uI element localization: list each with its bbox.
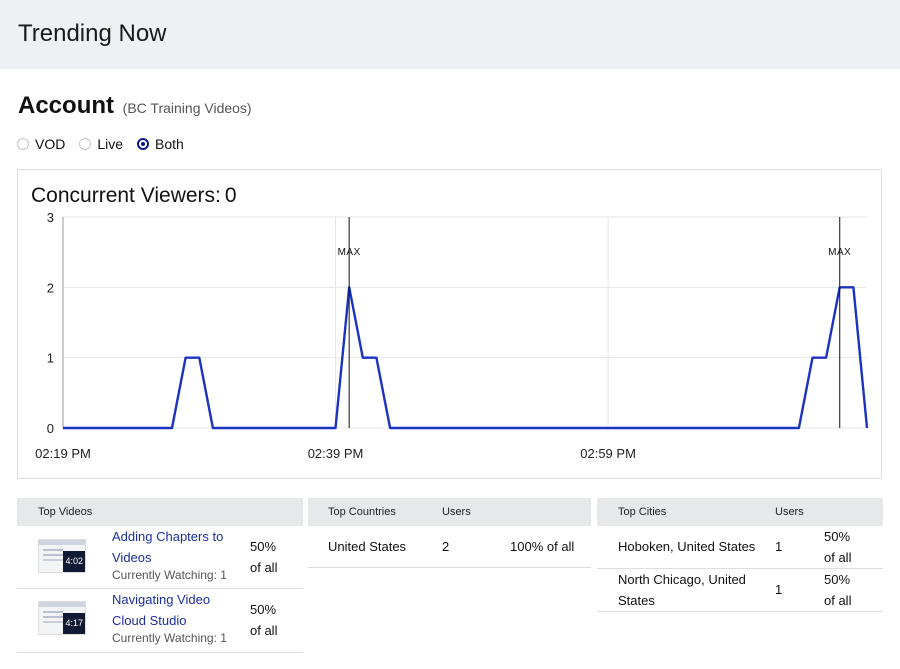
top-countries-header-label: Top Countries bbox=[328, 506, 396, 518]
top-videos-header: Top Videos bbox=[17, 498, 303, 526]
video-thumbnail[interactable]: 4:17 bbox=[38, 601, 86, 635]
video-row[interactable]: 4:17 Navigating Video Cloud Studio Curre… bbox=[17, 589, 303, 653]
y-tick-label: 1 bbox=[47, 351, 54, 366]
video-title-line1[interactable]: Navigating Video bbox=[112, 589, 227, 610]
city-name-line2: States bbox=[618, 593, 655, 608]
radio-vod-dot[interactable] bbox=[17, 138, 29, 150]
country-row: United States 2 100% of all bbox=[308, 526, 591, 568]
top-cities-header: Top Cities Users bbox=[597, 498, 883, 526]
concurrent-value: 0 bbox=[224, 184, 237, 207]
top-countries-table: Top Countries Users United States 2 100%… bbox=[308, 498, 591, 568]
city-percent-value: 50% bbox=[824, 572, 851, 587]
country-users: 2 bbox=[442, 539, 450, 554]
radio-vod[interactable]: VOD bbox=[17, 136, 65, 152]
video-title-link[interactable]: Navigating Video Cloud Studio bbox=[112, 589, 227, 631]
radio-both-label[interactable]: Both bbox=[155, 136, 184, 152]
video-title-line2[interactable]: Cloud Studio bbox=[112, 610, 227, 631]
video-percent-suffix: of all bbox=[250, 623, 278, 638]
y-tick-label: 2 bbox=[47, 280, 54, 295]
page-title: Trending Now bbox=[18, 20, 167, 47]
account-label: Account bbox=[18, 92, 114, 119]
city-percent-suffix: of all bbox=[824, 550, 852, 565]
x-tick-label: 02:19 PM bbox=[35, 446, 91, 461]
city-users: 1 bbox=[775, 582, 783, 597]
city-users: 1 bbox=[775, 539, 783, 554]
top-cities-table: Top Cities Users Hoboken, United States … bbox=[597, 498, 883, 612]
max-marker-label: MAX bbox=[828, 247, 851, 258]
y-tick-label: 0 bbox=[47, 421, 54, 436]
video-title-link[interactable]: Adding Chapters to Videos bbox=[112, 526, 227, 568]
country-percent: 100% of all bbox=[510, 539, 575, 554]
city-row: Hoboken, United States 1 50% of all bbox=[597, 526, 883, 569]
concurrent-viewers-chart: 0 1 2 3 02:19 PM 02:39 PM 02:59 PM MAX MAX bbox=[35, 210, 869, 461]
radio-both[interactable]: Both bbox=[137, 136, 184, 152]
radio-live-label[interactable]: Live bbox=[97, 136, 123, 152]
city-name-line1: Hoboken, United States bbox=[618, 539, 756, 554]
top-videos-table: Top Videos 4:02 Adding Chapters to Video… bbox=[17, 498, 303, 653]
video-title-line1[interactable]: Adding Chapters to bbox=[112, 526, 227, 547]
city-name: North Chicago, United States bbox=[618, 569, 746, 611]
video-duration: 4:17 bbox=[63, 613, 85, 634]
radio-live-dot[interactable] bbox=[79, 138, 92, 150]
city-row: North Chicago, United States 1 50% of al… bbox=[597, 569, 883, 612]
city-percent-value: 50% bbox=[824, 529, 851, 544]
cities-users-header: Users bbox=[775, 506, 804, 518]
video-percent: 50% of all bbox=[250, 536, 277, 578]
video-row[interactable]: 4:02 Adding Chapters to Videos Currently… bbox=[17, 526, 303, 589]
radio-both-dot[interactable] bbox=[137, 138, 150, 150]
video-percent: 50% of all bbox=[250, 599, 277, 641]
video-info: Navigating Video Cloud Studio Currently … bbox=[112, 589, 227, 645]
chart-title: Concurrent Viewers: 0 bbox=[31, 184, 237, 208]
video-percent-value: 50% bbox=[250, 539, 277, 554]
thumbnail-content bbox=[43, 611, 63, 613]
radio-vod-label[interactable]: VOD bbox=[35, 136, 65, 152]
city-name-line1: North Chicago, United bbox=[618, 572, 746, 587]
city-name: Hoboken, United States bbox=[618, 536, 755, 557]
concurrent-label: Concurrent Viewers: bbox=[31, 184, 221, 207]
currently-watching: Currently Watching: 1 bbox=[112, 631, 227, 645]
y-tick-label: 3 bbox=[47, 210, 54, 225]
thumbnail-content bbox=[43, 549, 63, 551]
video-percent-value: 50% bbox=[250, 602, 277, 617]
radio-live[interactable]: Live bbox=[79, 136, 123, 152]
thumbnail-toolbar bbox=[39, 540, 85, 545]
account-heading: Account (BC Training Videos) bbox=[18, 92, 252, 120]
x-tick-label: 02:59 PM bbox=[580, 446, 636, 461]
top-bar: Trending Now bbox=[0, 0, 900, 69]
thumbnail-toolbar bbox=[39, 602, 85, 607]
video-thumbnail[interactable]: 4:02 bbox=[38, 539, 86, 573]
x-tick-label: 02:39 PM bbox=[308, 446, 364, 461]
countries-users-header: Users bbox=[442, 506, 471, 518]
country-name: United States bbox=[328, 539, 407, 554]
top-videos-header-label: Top Videos bbox=[38, 506, 93, 518]
video-percent-suffix: of all bbox=[250, 560, 278, 575]
city-percent: 50% of all bbox=[824, 569, 851, 611]
city-percent-suffix: of all bbox=[824, 593, 852, 608]
account-name: (BC Training Videos) bbox=[122, 100, 252, 116]
top-cities-header-label: Top Cities bbox=[618, 506, 667, 518]
video-duration: 4:02 bbox=[63, 551, 85, 572]
max-marker-label: MAX bbox=[338, 247, 361, 258]
video-info: Adding Chapters to Videos Currently Watc… bbox=[112, 526, 227, 582]
currently-watching: Currently Watching: 1 bbox=[112, 568, 227, 582]
video-title-line2[interactable]: Videos bbox=[112, 547, 227, 568]
concurrent-viewers-panel: 0 1 2 3 02:19 PM 02:39 PM 02:59 PM MAX MAX Concu… bbox=[17, 169, 882, 479]
top-countries-header: Top Countries Users bbox=[308, 498, 591, 526]
city-percent: 50% of all bbox=[824, 526, 851, 568]
content-type-filter: VOD Live Both bbox=[17, 136, 198, 152]
